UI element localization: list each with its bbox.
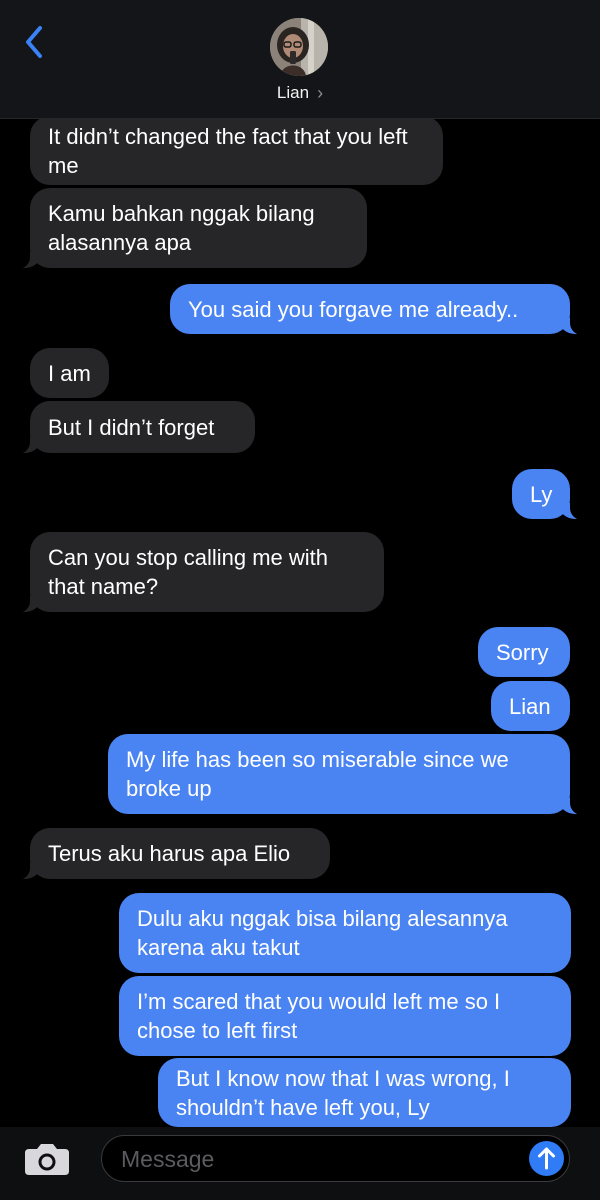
chat-header: Lian › [0, 0, 600, 119]
message-text: Sorry [496, 639, 549, 665]
contact-photo [270, 18, 328, 76]
message-bubble[interactable]: You said you forgave me already.. [170, 284, 585, 335]
message-text: I’m scared that you would left me so I c… [137, 989, 501, 1043]
contact-name-label: Lian [276, 83, 310, 102]
message-text: Dulu aku nggak bisa bilang alesannya kar… [137, 906, 508, 960]
contact-name[interactable]: Lian › [0, 82, 600, 103]
message-bubble[interactable]: Ly [512, 469, 585, 520]
message-placeholder: Message [121, 1146, 215, 1172]
send-button[interactable] [529, 1141, 564, 1176]
message-input[interactable]: Message [101, 1135, 570, 1182]
back-button[interactable] [18, 22, 52, 62]
message-text: But I didn’t forget [48, 414, 215, 440]
message-bubble[interactable]: My life has been so miserable since we b… [108, 734, 585, 815]
message-text: My life has been so miserable since we b… [126, 747, 509, 801]
composer-bar: Message [0, 1127, 600, 1200]
send-arrow-icon [538, 1147, 555, 1170]
message-bubble[interactable]: Dulu aku nggak bisa bilang alesannya kar… [119, 893, 571, 973]
message-bubble[interactable]: I’m scared that you would left me so I c… [119, 976, 571, 1056]
message-text: Lian [509, 693, 551, 719]
message-text: Can you stop calling me with that name? [48, 545, 329, 599]
message-bubble[interactable]: But I didn’t forget [15, 401, 255, 454]
chevron-right-icon: › [317, 83, 324, 103]
back-chevron-icon [26, 26, 42, 58]
camera-icon [25, 1144, 69, 1175]
message-text: Kamu bahkan nggak bilang alasannya apa [48, 201, 315, 255]
message-bubble[interactable]: It didn’t changed the fact that you left… [30, 116, 443, 185]
message-text: You said you forgave me already.. [188, 296, 519, 322]
message-bubble[interactable]: Kamu bahkan nggak bilang alasannya apa [15, 188, 367, 269]
camera-button[interactable] [21, 1141, 73, 1177]
avatar[interactable] [270, 18, 328, 76]
message-text: Terus aku harus apa Elio [48, 841, 291, 866]
message-bubble[interactable]: Can you stop calling me with that name? [15, 532, 384, 613]
message-text: Ly [530, 481, 553, 507]
message-bubble[interactable]: Sorry [478, 627, 570, 677]
message-text: I am [48, 360, 91, 386]
message-bubble[interactable]: But I know now that I was wrong, I shoul… [158, 1058, 571, 1127]
message-text: It didn’t changed the fact that you left… [48, 123, 408, 178]
message-bubble[interactable]: Lian [491, 681, 570, 731]
message-bubble[interactable]: I am [30, 348, 109, 398]
message-bubble[interactable]: Terus aku harus apa Elio [15, 828, 330, 880]
message-text: But I know now that I was wrong, I shoul… [176, 1065, 510, 1120]
